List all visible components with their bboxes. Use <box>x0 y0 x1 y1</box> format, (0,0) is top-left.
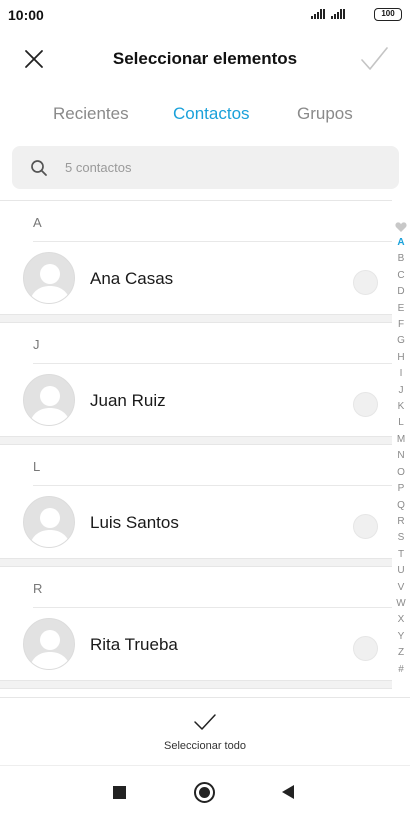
index-letter-u[interactable]: U <box>393 563 409 579</box>
index-letter-n[interactable]: N <box>393 448 409 464</box>
index-letter-r[interactable]: R <box>393 514 409 530</box>
contact-name: Ana Casas <box>90 269 174 288</box>
group-header: R <box>33 581 43 596</box>
search-bar[interactable] <box>12 146 399 189</box>
contact-name: Rita Trueba <box>90 635 178 654</box>
heart-icon[interactable] <box>395 221 407 233</box>
index-letter-hash[interactable]: # <box>393 662 409 678</box>
index-letter-q[interactable]: Q <box>393 498 409 514</box>
tab-grupos[interactable]: Grupos <box>297 104 353 124</box>
contact-group: A Ana Casas <box>0 201 392 323</box>
index-letter-p[interactable]: P <box>393 481 409 497</box>
index-letter-x[interactable]: X <box>393 612 409 628</box>
divider <box>0 697 410 698</box>
select-all-button[interactable]: Seleccionar todo <box>130 706 280 758</box>
group-separator <box>0 680 392 689</box>
index-letter-b[interactable]: B <box>393 251 409 267</box>
contact-group: R Rita Trueba <box>0 567 392 689</box>
avatar <box>23 618 75 670</box>
confirm-button[interactable] <box>358 43 390 75</box>
contact-row[interactable]: Juan Ruiz <box>0 364 392 436</box>
tab-recientes[interactable]: Recientes <box>53 104 129 124</box>
index-letter-s[interactable]: S <box>393 530 409 546</box>
index-letter-k[interactable]: K <box>393 399 409 415</box>
index-letter-c[interactable]: C <box>393 268 409 284</box>
group-separator <box>0 558 392 567</box>
person-icon <box>29 508 71 547</box>
search-icon <box>31 160 47 176</box>
index-letter-g[interactable]: G <box>393 333 409 349</box>
system-nav-bar <box>0 766 410 820</box>
select-checkbox[interactable] <box>353 514 378 539</box>
person-icon <box>29 386 71 425</box>
page-title: Seleccionar elementos <box>112 49 298 68</box>
check-icon <box>361 47 388 70</box>
contact-row[interactable]: Rita Trueba <box>0 608 392 680</box>
index-letter-i[interactable]: I <box>393 366 409 382</box>
group-header: A <box>33 215 42 230</box>
signal-icon <box>311 9 325 19</box>
index-letter-d[interactable]: D <box>393 284 409 300</box>
back-triangle-icon[interactable] <box>282 785 294 799</box>
square-icon[interactable] <box>113 786 126 799</box>
alphabet-index[interactable]: A B C D E F G H I J K L M N O P Q R S T U V W X Y Z # <box>393 221 409 678</box>
contact-row[interactable]: Luis Santos <box>0 486 392 558</box>
index-letter-v[interactable]: V <box>393 580 409 596</box>
contact-row[interactable]: Ana Casas <box>0 242 392 314</box>
search-input[interactable] <box>65 146 365 189</box>
tab-contactos[interactable]: Contactos <box>173 104 250 124</box>
index-letter-e[interactable]: E <box>393 301 409 317</box>
avatar <box>23 252 75 304</box>
contact-list: A Ana Casas J Juan Ruiz L Luis Santos R … <box>0 201 392 689</box>
contact-group: L Luis Santos <box>0 445 392 567</box>
group-separator <box>0 436 392 445</box>
status-time: 10:00 <box>8 7 44 23</box>
select-checkbox[interactable] <box>353 392 378 417</box>
battery-icon: 100 <box>374 8 402 21</box>
index-letter-o[interactable]: O <box>393 465 409 481</box>
group-header: J <box>33 337 40 352</box>
index-letter-a[interactable]: A <box>393 235 409 251</box>
header: Seleccionar elementos <box>0 38 410 80</box>
select-checkbox[interactable] <box>353 270 378 295</box>
index-letter-t[interactable]: T <box>393 547 409 563</box>
person-icon <box>29 630 71 669</box>
index-letter-f[interactable]: F <box>393 317 409 333</box>
index-letter-w[interactable]: W <box>393 596 409 612</box>
contact-name: Juan Ruiz <box>90 391 166 410</box>
home-circle-icon[interactable] <box>194 782 215 803</box>
index-letter-l[interactable]: L <box>393 415 409 431</box>
index-letter-z[interactable]: Z <box>393 645 409 661</box>
status-bar: 10:00 100 <box>0 0 410 30</box>
contact-group: J Juan Ruiz <box>0 323 392 445</box>
index-letter-m[interactable]: M <box>393 432 409 448</box>
index-letter-j[interactable]: J <box>393 383 409 399</box>
index-letter-h[interactable]: H <box>393 350 409 366</box>
person-icon <box>29 264 71 303</box>
select-checkbox[interactable] <box>353 636 378 661</box>
select-all-label: Seleccionar todo <box>164 740 246 752</box>
check-icon <box>194 714 216 730</box>
group-header: L <box>33 459 41 474</box>
signal-icon <box>331 9 345 19</box>
index-letter-y[interactable]: Y <box>393 629 409 645</box>
avatar <box>23 496 75 548</box>
contact-name: Luis Santos <box>90 513 179 532</box>
tab-bar: Recientes Contactos Grupos <box>0 104 410 132</box>
avatar <box>23 374 75 426</box>
group-separator <box>0 314 392 323</box>
